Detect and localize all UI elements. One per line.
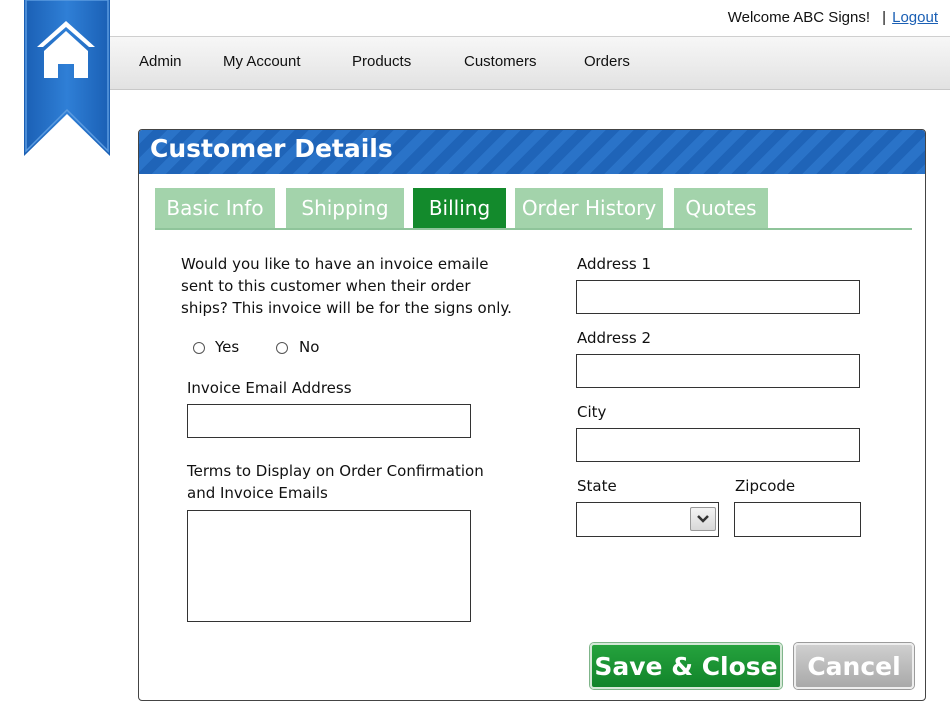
radio-no-label: No (299, 338, 320, 356)
address2-input[interactable] (576, 354, 860, 388)
radio-yes-label: Yes (215, 338, 240, 356)
zipcode-input[interactable] (734, 502, 861, 537)
main-nav: Admin My Account Products Customers Orde… (110, 36, 950, 90)
tab-quotes[interactable]: Quotes (674, 188, 768, 228)
header-separator: | (882, 9, 886, 26)
logout-link[interactable]: Logout (892, 9, 938, 26)
chevron-down-icon (697, 515, 709, 523)
home-ribbon[interactable] (24, 0, 110, 160)
invoice-email-input[interactable] (187, 404, 471, 438)
save-close-button[interactable]: Save & Close (590, 643, 782, 689)
radio-yes[interactable] (193, 342, 205, 354)
tab-basic-info[interactable]: Basic Info (155, 188, 275, 228)
city-label: City (577, 403, 607, 421)
tab-billing[interactable]: Billing (413, 188, 506, 228)
address2-label: Address 2 (577, 329, 652, 347)
state-dropdown-button[interactable] (690, 507, 716, 531)
terms-textarea[interactable] (187, 510, 471, 622)
panel-title: Customer Details (150, 134, 393, 163)
radio-no[interactable] (276, 342, 288, 354)
state-select[interactable] (576, 502, 719, 537)
tab-order-history[interactable]: Order History (515, 188, 663, 228)
state-label: State (577, 477, 617, 495)
nav-item-customers[interactable]: Customers (464, 53, 537, 70)
invoice-email-label: Invoice Email Address (187, 379, 352, 397)
address1-input[interactable] (576, 280, 860, 314)
panel-header: Customer Details (139, 130, 925, 174)
tab-shipping[interactable]: Shipping (286, 188, 404, 228)
nav-item-products[interactable]: Products (352, 53, 411, 70)
terms-label: Terms to Display on Order Confirmation a… (187, 462, 484, 502)
tabs-divider (155, 228, 912, 230)
zipcode-label: Zipcode (735, 477, 796, 495)
user-bar: Welcome ABC Signs! | Logout (110, 0, 950, 36)
nav-item-orders[interactable]: Orders (584, 53, 630, 70)
nav-item-admin[interactable]: Admin (139, 53, 182, 70)
invoice-question: Would you like to have an invoice emaile… (181, 255, 512, 317)
address1-label: Address 1 (577, 255, 652, 273)
welcome-text: Welcome ABC Signs! (727, 9, 870, 26)
customer-details-panel: Customer Details Basic Info Shipping Bil… (138, 129, 926, 701)
nav-item-my-account[interactable]: My Account (223, 53, 301, 70)
cancel-button[interactable]: Cancel (794, 643, 914, 689)
home-icon (37, 21, 95, 78)
city-input[interactable] (576, 428, 860, 462)
